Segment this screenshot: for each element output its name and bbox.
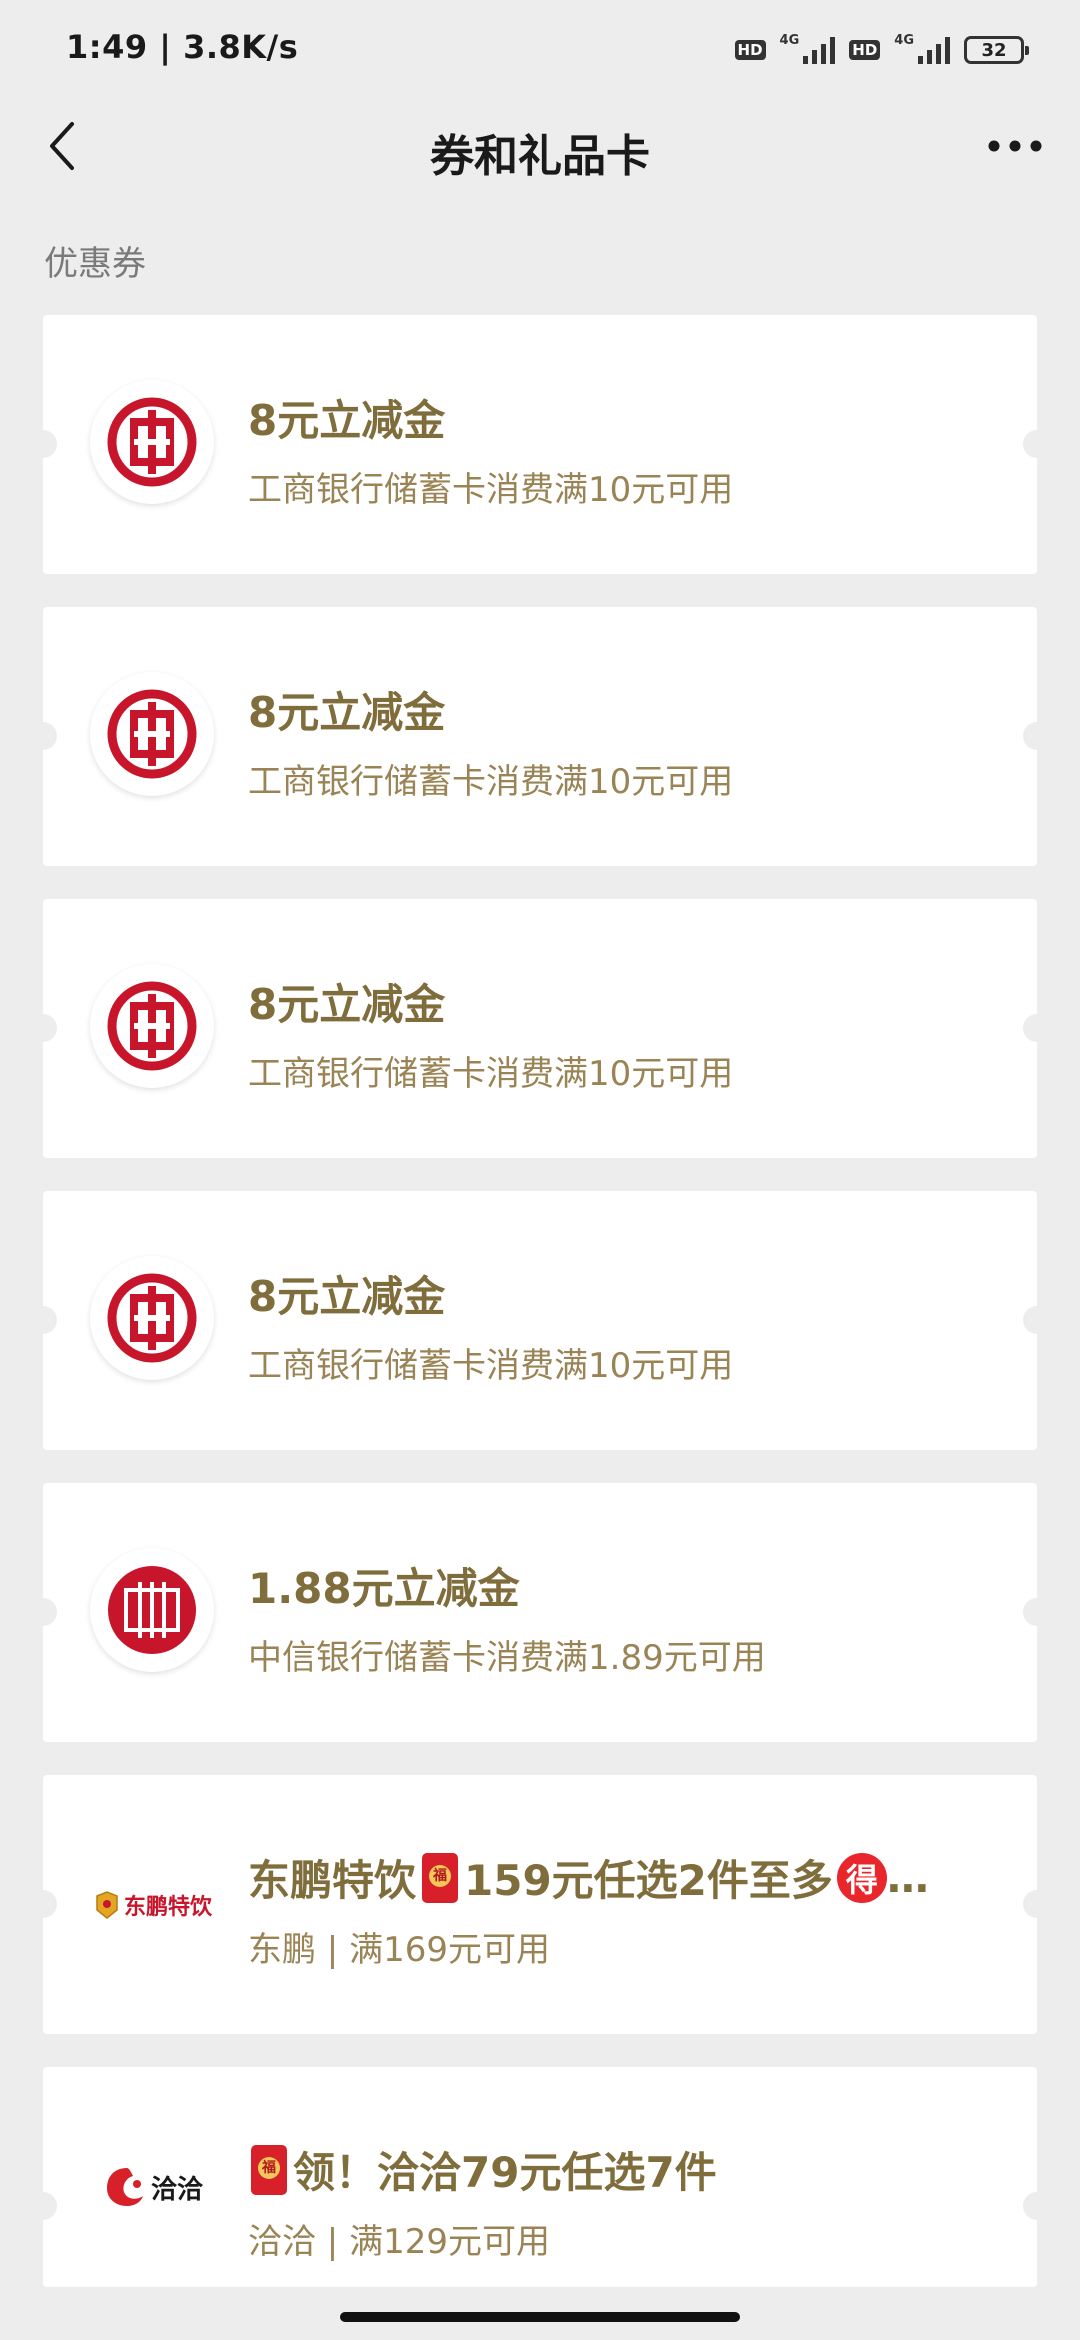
icbc-logo <box>90 672 214 796</box>
status-time: 1:49 | 3.8K/s <box>66 28 299 66</box>
home-indicator[interactable] <box>340 2312 740 2322</box>
red-packet-icon <box>422 1852 459 1903</box>
coupon-desc: 工商银行储蓄卡消费满10元可用 <box>248 1054 734 1094</box>
dongpeng-logo-text: 东鹏特饮 <box>123 1895 212 1920</box>
coupon-card[interactable]: 8元立减金 工商银行储蓄卡消费满10元可用 <box>29 1191 1051 1450</box>
coupon-list: 8元立减金 工商银行储蓄卡消费满10元可用 8元立减金 工商银行储蓄卡消费满10… <box>29 315 1051 2320</box>
coupon-card[interactable]: 洽洽 领！洽洽79元任选7件 洽洽 | 满129元可用 <box>29 2067 1051 2287</box>
coupon-title-offer: 159元任选2件至多 <box>464 1856 833 1905</box>
nav-bar: 券和礼品卡 <box>0 96 1080 196</box>
de-badge-icon: 得 <box>836 1852 887 1903</box>
section-label-coupons: 优惠券 <box>44 244 146 284</box>
icbc-logo <box>90 1256 214 1380</box>
coupon-title: 8元立减金 <box>248 1272 446 1321</box>
hd-icon-2: HD <box>849 40 881 60</box>
qiaqia-logo-text: 洽洽 <box>150 2174 203 2205</box>
page-title: 券和礼品卡 <box>430 131 650 182</box>
dongpeng-logo: 东鹏特饮 <box>83 1855 223 1955</box>
coupon-desc: 东鹏 | 满169元可用 <box>248 1930 550 1970</box>
more-button[interactable] <box>970 110 1060 182</box>
icbc-logo <box>90 380 214 504</box>
network-type-label: 4G <box>779 32 800 48</box>
coupon-title-offer: 领！洽洽79元任选7件 <box>293 2148 717 2197</box>
coupon-card[interactable]: 东鹏特饮 东鹏特饮 159元任选2件至多 得 … 东鹏 | 满169元可用 <box>29 1775 1051 2034</box>
coupon-title: 领！洽洽79元任选7件 <box>251 2139 717 2200</box>
signal-icon-2 <box>918 36 950 64</box>
more-dots-icon <box>988 140 1042 152</box>
coupon-title: 东鹏特饮 159元任选2件至多 得 … <box>248 1847 929 1908</box>
battery-icon: 32 <box>964 36 1029 64</box>
coupon-desc: 工商银行储蓄卡消费满10元可用 <box>248 470 734 510</box>
hd-icon: HD <box>734 40 766 60</box>
coupon-desc: 中信银行储蓄卡消费满1.89元可用 <box>248 1638 766 1678</box>
status-icons: HD 4G HD 4G 32 <box>734 30 1029 70</box>
status-bar: 1:49 | 3.8K/s HD 4G HD 4G 32 <box>0 0 1080 96</box>
battery-level: 32 <box>981 39 1007 61</box>
coupon-card[interactable]: 8元立减金 工商银行储蓄卡消费满10元可用 <box>29 315 1051 574</box>
coupon-title: 8元立减金 <box>248 688 446 737</box>
coupon-title: 1.88元立减金 <box>248 1564 520 1613</box>
network-type-label-2: 4G <box>894 32 914 48</box>
coupon-desc: 洽洽 | 满129元可用 <box>248 2222 550 2262</box>
title-ellipsis: … <box>886 1853 929 1902</box>
coupon-desc: 工商银行储蓄卡消费满10元可用 <box>248 1346 734 1386</box>
coupon-card[interactable]: 8元立减金 工商银行储蓄卡消费满10元可用 <box>29 607 1051 866</box>
qiaqia-logo: 洽洽 <box>83 2137 223 2237</box>
coupon-title: 8元立减金 <box>248 980 446 1029</box>
coupon-card[interactable]: 8元立减金 工商银行储蓄卡消费满10元可用 <box>29 899 1051 1158</box>
coupon-title-brand: 东鹏特饮 <box>248 1856 417 1905</box>
citic-logo <box>90 1548 214 1672</box>
coupon-card[interactable]: 1.88元立减金 中信银行储蓄卡消费满1.89元可用 <box>29 1483 1051 1742</box>
icbc-logo <box>90 964 214 1088</box>
signal-icon <box>803 36 836 64</box>
red-packet-icon <box>251 2144 287 2195</box>
coupon-title: 8元立减金 <box>248 396 446 445</box>
coupon-desc: 工商银行储蓄卡消费满10元可用 <box>248 762 734 802</box>
